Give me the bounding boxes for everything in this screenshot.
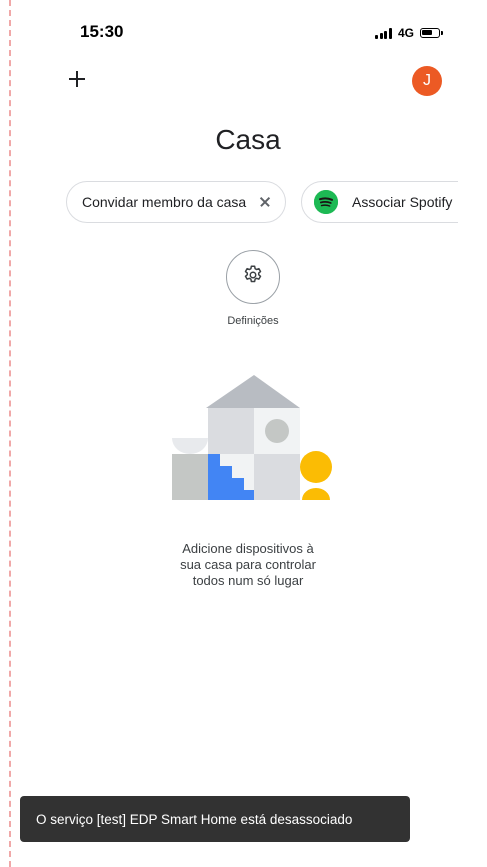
gear-icon xyxy=(242,264,264,291)
settings-button[interactable] xyxy=(226,250,280,304)
status-time: 15:30 xyxy=(80,22,124,41)
add-button[interactable] xyxy=(66,68,88,90)
snackbar-message: O serviço [test] EDP Smart Home está des… xyxy=(36,811,353,827)
invite-member-chip[interactable]: Convidar membro da casa xyxy=(66,181,286,223)
phone-screen: 15:30 4G J Casa Convidar membro da casa xyxy=(38,0,458,867)
signal-icon xyxy=(375,27,392,39)
close-icon[interactable] xyxy=(256,193,274,211)
empty-state-line: todos num só lugar xyxy=(192,573,304,588)
spotify-label: Associar Spotify xyxy=(352,194,453,210)
spotify-chip[interactable]: Associar Spotify xyxy=(301,181,458,223)
network-label: 4G xyxy=(397,26,414,40)
avatar[interactable]: J xyxy=(412,66,442,96)
page-title: Casa xyxy=(215,124,281,155)
snackbar: O serviço [test] EDP Smart Home está des… xyxy=(20,796,410,842)
house-illustration xyxy=(170,370,338,510)
dashed-border xyxy=(9,0,11,867)
empty-state-message: Adicione dispositivos à sua casa para co… xyxy=(38,541,458,589)
status-indicators: 4G xyxy=(375,26,443,40)
battery-icon xyxy=(420,28,443,38)
page: 15:30 4G J Casa Convidar membro da casa xyxy=(0,0,487,867)
spotify-icon xyxy=(314,190,338,214)
empty-state-line: sua casa para controlar xyxy=(180,557,316,572)
invite-member-label: Convidar membro da casa xyxy=(82,194,247,210)
empty-state-line: Adicione dispositivos à xyxy=(182,541,314,556)
settings-label: Definições xyxy=(227,315,279,327)
